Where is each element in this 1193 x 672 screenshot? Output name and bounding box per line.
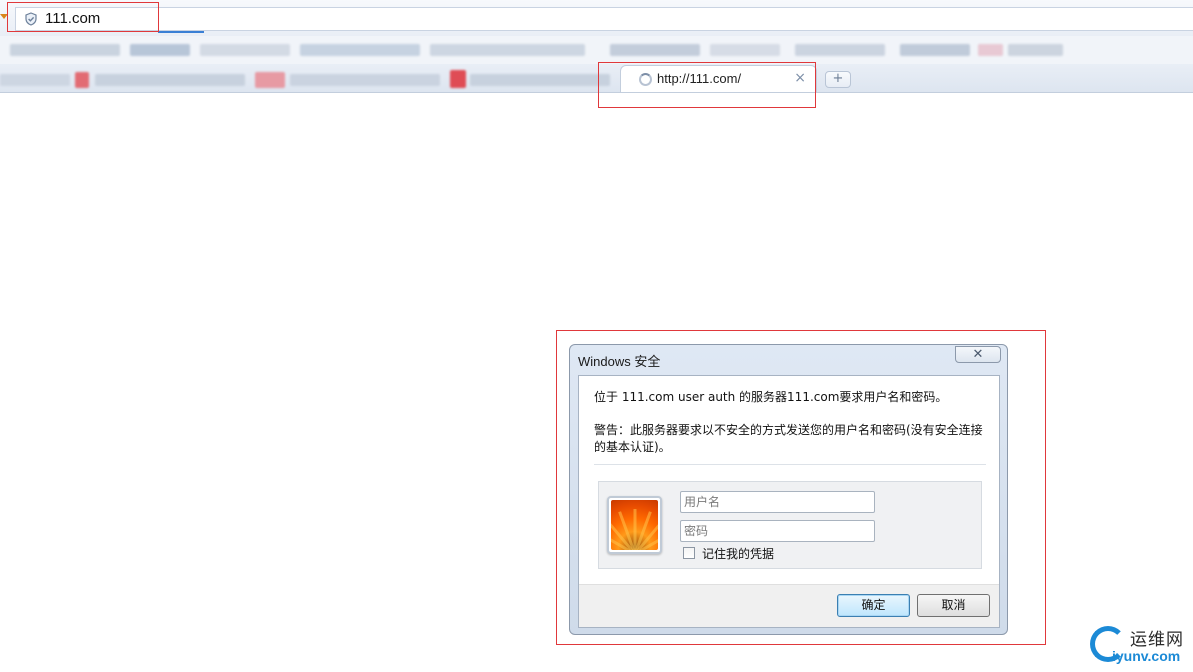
tab-strip (0, 64, 1193, 93)
tab-inactive[interactable] (95, 74, 245, 86)
flower-picture-icon (611, 500, 658, 550)
bookmark-item[interactable] (610, 44, 700, 56)
credential-panel: 用户名 密码 记住我的凭据 (598, 481, 982, 569)
dialog-warning: 警告：此服务器要求以不安全的方式发送您的用户名和密码(没有安全连接的基本认证)。 (594, 423, 983, 454)
bookmark-item[interactable] (710, 44, 780, 56)
active-tab[interactable]: http://111.com/ × (620, 65, 817, 92)
bookmark-item[interactable] (795, 44, 885, 56)
password-field[interactable]: 密码 (680, 520, 875, 542)
divider (594, 464, 986, 465)
dropdown-arrow-icon[interactable] (0, 14, 8, 19)
bookmark-item[interactable] (900, 44, 970, 56)
username-field[interactable]: 用户名 (680, 491, 875, 513)
tab-inactive[interactable] (0, 74, 70, 86)
bookmarks-bar (0, 36, 1193, 64)
bookmark-item[interactable] (130, 44, 190, 56)
watermark-text-en: iyunv.com (1112, 648, 1181, 664)
tab-close-icon[interactable]: × (794, 70, 806, 86)
tab-favicon (450, 70, 466, 88)
bookmark-item[interactable] (10, 44, 120, 56)
address-bar-focus-line (158, 31, 204, 33)
ok-button[interactable]: 确定 (837, 594, 910, 617)
address-bar[interactable]: 111.com (15, 7, 1193, 31)
windows-security-dialog: Windows 安全 ✕ 位于 111.com user auth 的服务器11… (569, 344, 1008, 635)
dialog-message: 位于 111.com user auth 的服务器111.com要求用户名和密码… (594, 390, 948, 404)
loading-spinner-icon (639, 73, 652, 86)
cancel-button[interactable]: 取消 (917, 594, 990, 617)
dialog-footer: 确定 取消 (579, 584, 999, 627)
tab-inactive[interactable] (290, 74, 440, 86)
watermark-logo: 运维网 iyunv.com (1090, 624, 1190, 670)
address-url: 111.com (45, 10, 101, 27)
dialog-title: Windows 安全 (578, 354, 661, 369)
new-tab-button[interactable]: + (825, 71, 851, 88)
tab-favicon (255, 72, 285, 88)
dialog-body: 位于 111.com user auth 的服务器111.com要求用户名和密码… (578, 375, 1000, 628)
user-avatar (607, 496, 662, 554)
address-bar-row: 111.com (0, 0, 1193, 37)
bookmark-item[interactable] (300, 44, 420, 56)
bookmark-item[interactable] (200, 44, 290, 56)
bookmark-item[interactable] (978, 44, 1003, 56)
tab-title: http://111.com/ (657, 71, 742, 86)
watermark-text-cn: 运维网 (1130, 630, 1184, 650)
dialog-close-button[interactable]: ✕ (955, 346, 1001, 363)
bookmark-item[interactable] (1008, 44, 1063, 56)
tab-inactive[interactable] (470, 74, 610, 86)
tab-favicon (75, 72, 89, 88)
bookmark-item[interactable] (430, 44, 585, 56)
remember-label: 记住我的凭据 (702, 547, 775, 561)
remember-checkbox[interactable] (683, 547, 695, 559)
shield-check-icon (25, 12, 37, 26)
